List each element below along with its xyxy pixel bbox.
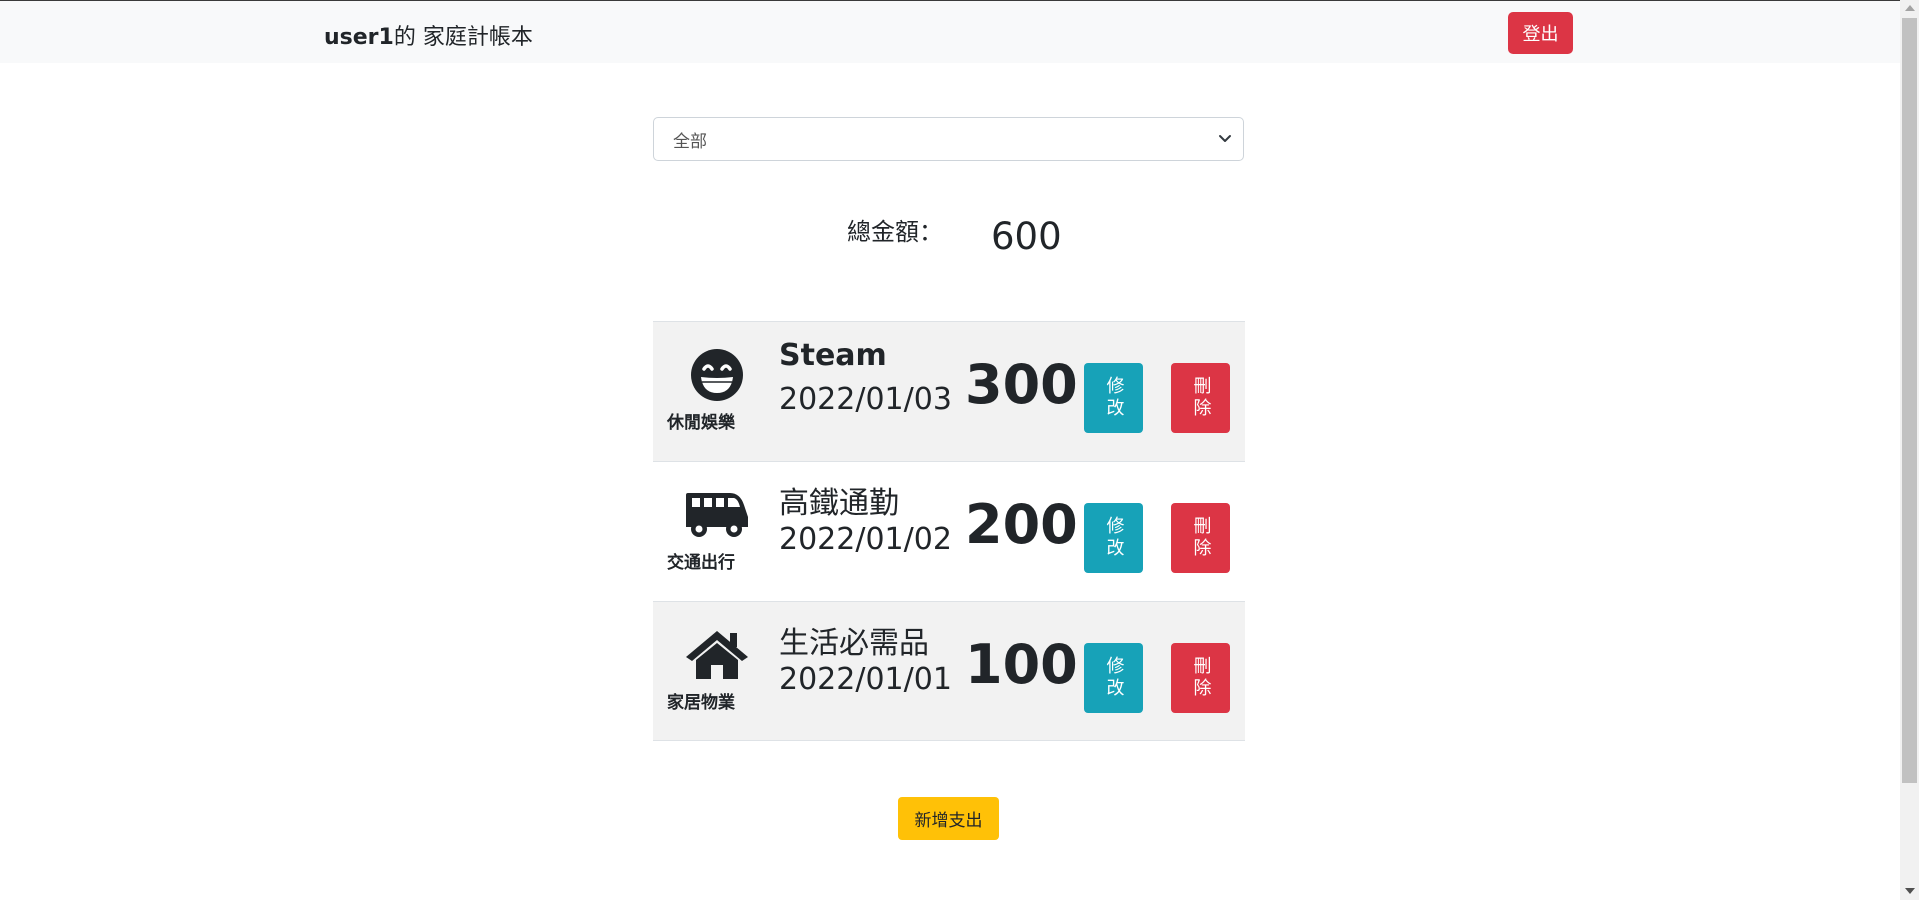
grin-icon bbox=[684, 347, 750, 403]
edit-button[interactable]: 修改 bbox=[1084, 643, 1143, 713]
expense-name: 生活必需品 bbox=[779, 626, 929, 661]
expense-row: 交通出行 高鐵通勤 2022/01/02 200 修改 刪除 bbox=[653, 461, 1245, 601]
delete-button[interactable]: 刪除 bbox=[1171, 643, 1230, 713]
add-expense-button[interactable]: 新增支出 bbox=[898, 797, 999, 840]
total-amount-value: 600 bbox=[991, 215, 1062, 258]
expense-name: 高鐵通勤 bbox=[779, 486, 899, 521]
delete-button[interactable]: 刪除 bbox=[1171, 363, 1230, 433]
scrollbar-thumb[interactable] bbox=[1902, 18, 1917, 783]
delete-button[interactable]: 刪除 bbox=[1171, 503, 1230, 573]
category-label: 家居物業 bbox=[667, 693, 735, 713]
edit-button[interactable]: 修改 bbox=[1084, 503, 1143, 573]
expense-date: 2022/01/01 bbox=[779, 662, 952, 697]
category-filter-select[interactable]: 全部 bbox=[653, 117, 1244, 161]
navbar: user1的 家庭計帳本 登出 bbox=[0, 1, 1900, 63]
logout-button[interactable]: 登出 bbox=[1508, 12, 1573, 54]
expense-date: 2022/01/02 bbox=[779, 522, 952, 557]
scroll-up-arrow-icon[interactable] bbox=[1905, 5, 1915, 11]
expense-amount: 100 bbox=[965, 633, 1078, 696]
edit-button[interactable]: 修改 bbox=[1084, 363, 1143, 433]
expense-amount: 200 bbox=[965, 493, 1078, 556]
brand-username: user1 bbox=[324, 25, 394, 50]
bus-icon bbox=[684, 487, 750, 543]
brand-title: 的 家庭計帳本 bbox=[393, 25, 533, 50]
expense-name: Steam bbox=[779, 338, 887, 373]
scroll-down-arrow-icon[interactable] bbox=[1905, 888, 1915, 894]
home-icon bbox=[684, 627, 750, 683]
total-amount-label: 總金額： bbox=[847, 218, 943, 246]
app-brand[interactable]: user1的 家庭計帳本 bbox=[324, 19, 533, 51]
category-label: 交通出行 bbox=[667, 553, 735, 573]
expense-row: 家居物業 生活必需品 2022/01/01 100 修改 刪除 bbox=[653, 601, 1245, 741]
expense-list: 休閒娛樂 Steam 2022/01/03 300 修改 刪除 交通出行 高鐵通… bbox=[653, 321, 1245, 741]
expense-date: 2022/01/03 bbox=[779, 382, 952, 417]
expense-row: 休閒娛樂 Steam 2022/01/03 300 修改 刪除 bbox=[653, 321, 1245, 461]
category-filter-value: 全部 bbox=[673, 131, 707, 152]
chevron-down-icon bbox=[1219, 135, 1231, 142]
vertical-scrollbar[interactable] bbox=[1900, 0, 1919, 900]
category-label: 休閒娛樂 bbox=[667, 413, 735, 433]
expense-amount: 300 bbox=[965, 353, 1078, 416]
